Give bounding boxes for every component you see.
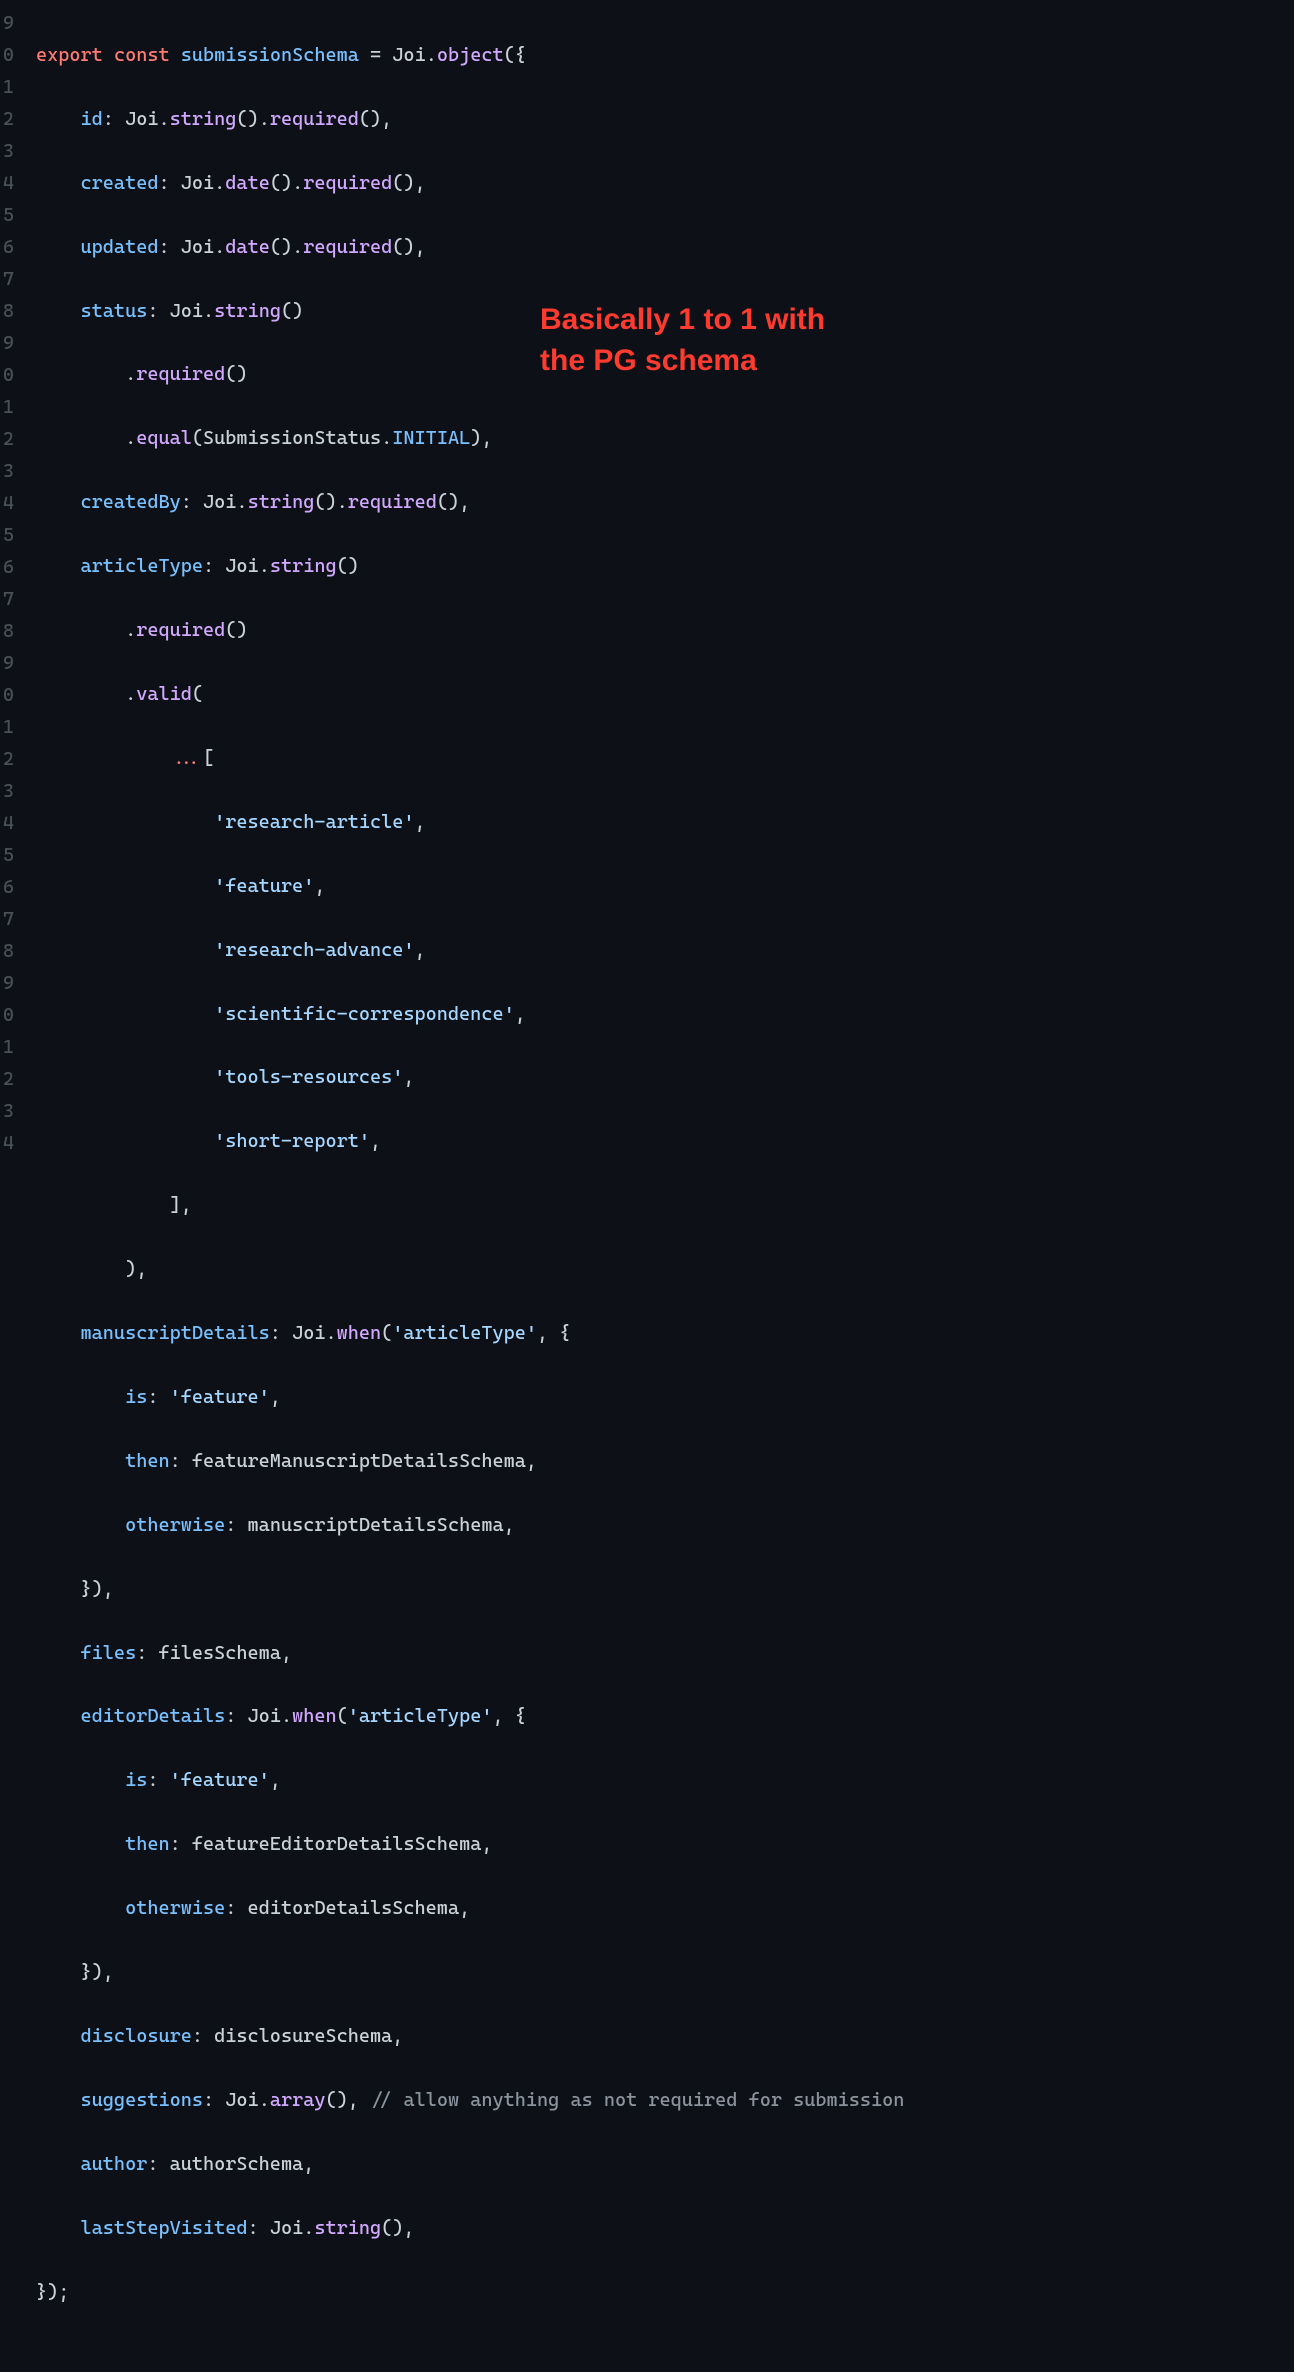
line-number: 1 xyxy=(0,1032,14,1064)
code-line[interactable]: otherwise: editorDetailsSchema, xyxy=(36,1893,904,1925)
line-number: 0 xyxy=(0,1000,14,1032)
line-number: 9 xyxy=(0,968,14,1000)
code-line[interactable]: 'tools-resources', xyxy=(36,1062,904,1094)
line-number: 9 xyxy=(0,328,14,360)
line-number: 8 xyxy=(0,616,14,648)
code-line[interactable]: 'feature', xyxy=(36,871,904,903)
code-line[interactable]: suggestions: Joi.array(), // allow anyth… xyxy=(36,2085,904,2117)
code-line[interactable]: articleType: Joi.string() xyxy=(36,551,904,583)
line-number: 4 xyxy=(0,1128,14,1160)
code-line[interactable]: 'research-article', xyxy=(36,807,904,839)
line-number: 4 xyxy=(0,488,14,520)
line-number: 8 xyxy=(0,296,14,328)
code-line[interactable]: .required() xyxy=(36,615,904,647)
code-line[interactable]: updated: Joi.date().required(), xyxy=(36,232,904,264)
line-number: 7 xyxy=(0,584,14,616)
line-number: 0 xyxy=(0,360,14,392)
line-number: 1 xyxy=(0,392,14,424)
line-number: 9 xyxy=(0,8,14,40)
code-line[interactable]: then: featureEditorDetailsSchema, xyxy=(36,1829,904,1861)
code-line[interactable]: 'scientific-correspondence', xyxy=(36,999,904,1031)
line-number: 6 xyxy=(0,552,14,584)
line-number: 5 xyxy=(0,840,14,872)
code-line[interactable]: then: featureManuscriptDetailsSchema, xyxy=(36,1446,904,1478)
line-number: 3 xyxy=(0,456,14,488)
code-line[interactable]: 'research-advance', xyxy=(36,935,904,967)
line-number: 2 xyxy=(0,424,14,456)
line-number: 2 xyxy=(0,744,14,776)
line-number: 3 xyxy=(0,136,14,168)
code-line[interactable]: ), xyxy=(36,1254,904,1286)
line-number: 1 xyxy=(0,72,14,104)
code-line[interactable]: }); xyxy=(36,2277,904,2309)
code-line[interactable]: .valid( xyxy=(36,679,904,711)
code-line[interactable]: ...[ xyxy=(36,743,904,775)
code-line[interactable]: files: filesSchema, xyxy=(36,1638,904,1670)
code-line[interactable]: disclosure: disclosureSchema, xyxy=(36,2021,904,2053)
line-number: 0 xyxy=(0,680,14,712)
line-number: 6 xyxy=(0,232,14,264)
code-line[interactable]: author: authorSchema, xyxy=(36,2149,904,2181)
line-number: 8 xyxy=(0,936,14,968)
code-line[interactable]: lastStepVisited: Joi.string(), xyxy=(36,2213,904,2245)
annotation-text: Basically 1 to 1 with the PG schema xyxy=(540,300,825,381)
line-number: 6 xyxy=(0,872,14,904)
line-number: 2 xyxy=(0,104,14,136)
line-number: 3 xyxy=(0,776,14,808)
line-number: 5 xyxy=(0,520,14,552)
line-number: 7 xyxy=(0,904,14,936)
line-number: 4 xyxy=(0,808,14,840)
code-line[interactable]: export const submissionSchema = Joi.obje… xyxy=(36,40,904,72)
line-number: 1 xyxy=(0,712,14,744)
line-number: 4 xyxy=(0,168,14,200)
code-line[interactable]: otherwise: manuscriptDetailsSchema, xyxy=(36,1510,904,1542)
code-line[interactable]: is: 'feature', xyxy=(36,1765,904,1797)
code-line[interactable]: .equal(SubmissionStatus.INITIAL), xyxy=(36,423,904,455)
line-number: 2 xyxy=(0,1064,14,1096)
line-number: 9 xyxy=(0,648,14,680)
code-line[interactable]: id: Joi.string().required(), xyxy=(36,104,904,136)
line-number: 3 xyxy=(0,1096,14,1128)
code-line[interactable]: manuscriptDetails: Joi.when('articleType… xyxy=(36,1318,904,1350)
code-line[interactable]: 'short-report', xyxy=(36,1126,904,1158)
line-number: 5 xyxy=(0,200,14,232)
code-line[interactable]: editorDetails: Joi.when('articleType', { xyxy=(36,1701,904,1733)
code-line[interactable]: is: 'feature', xyxy=(36,1382,904,1414)
code-line[interactable]: }), xyxy=(36,1574,904,1606)
line-number-gutter: 9 0 1 2 3 4 5 6 7 8 9 0 1 2 3 4 5 6 7 8 … xyxy=(0,8,18,2372)
line-number: 0 xyxy=(0,40,14,72)
code-line[interactable]: created: Joi.date().required(), xyxy=(36,168,904,200)
code-line[interactable]: createdBy: Joi.string().required(), xyxy=(36,487,904,519)
code-line[interactable]: ], xyxy=(36,1190,904,1222)
code-line[interactable]: }), xyxy=(36,1957,904,1989)
line-number: 7 xyxy=(0,264,14,296)
